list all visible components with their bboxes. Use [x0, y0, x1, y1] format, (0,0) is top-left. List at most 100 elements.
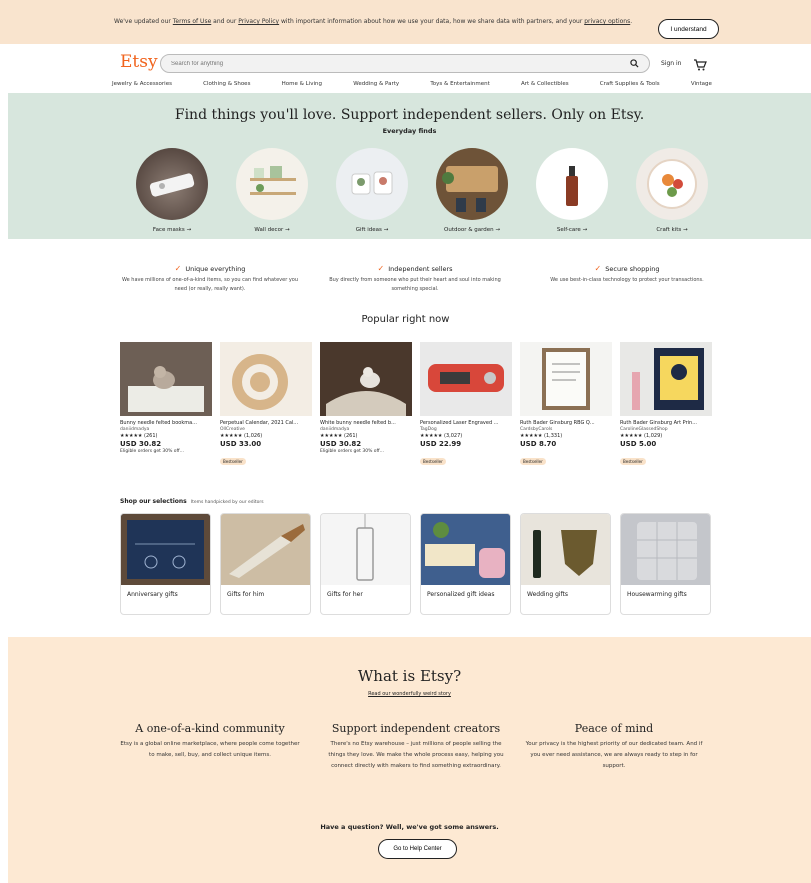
terms-of-use-link[interactable]: Terms of Use: [173, 18, 211, 25]
search-bar[interactable]: [160, 54, 650, 73]
understand-button[interactable]: I understand: [658, 19, 719, 39]
product-rating: ★★★★★ (3,027): [420, 433, 463, 439]
product-name: Ruth Bader Ginsburg Art Prin...: [620, 420, 697, 426]
product-price: USD 30.82: [320, 440, 362, 448]
sign-in-link[interactable]: Sign in: [661, 60, 681, 67]
housewarming-gifts-image: [621, 514, 710, 585]
popular-item[interactable]: Personalized Laser Engraved ... TagDog ★…: [420, 342, 512, 467]
everyday-item-outdoor-garden[interactable]: Outdoor & garden →: [432, 148, 512, 233]
product-shop: CardsbyCarols: [520, 427, 553, 432]
product-image: [420, 342, 512, 416]
search-input[interactable]: [171, 60, 629, 67]
self-care-image: [536, 148, 608, 220]
prop-independent-title: ✓ Independent sellers: [325, 264, 505, 273]
everyday-item-face-masks[interactable]: Face masks →: [132, 148, 212, 233]
popular-item[interactable]: Perpetual Calendar, 2021 Cal... OllCreat…: [220, 342, 312, 467]
gifts-for-him-label: Gifts for him: [227, 591, 265, 598]
product-shop: daniidmadya: [320, 427, 350, 432]
everyday-item-craft-kits[interactable]: Craft kits →: [632, 148, 712, 233]
privacy-options-link[interactable]: privacy options: [584, 18, 630, 25]
category-home[interactable]: Home & Living: [282, 81, 322, 87]
everyday-item-self-care[interactable]: Self-care →: [532, 148, 612, 233]
product-shop: OllCreative: [220, 427, 245, 432]
gifts-for-him-image: [221, 514, 310, 585]
housewarming-gifts-label: Housewarming gifts: [627, 591, 687, 598]
cookie-text-post: with important information about how we …: [279, 18, 585, 25]
read-story-link[interactable]: Read our wonderfully weird story: [8, 691, 811, 697]
outdoor-garden-label: Outdoor & garden →: [444, 227, 500, 233]
everyday-item-wall-decor[interactable]: Wall decor →: [232, 148, 312, 233]
product-price: USD 33.00: [220, 440, 262, 448]
popular-item[interactable]: White bunny needle felted b... daniidmad…: [320, 342, 412, 454]
product-rating: ★★★★★ (261): [120, 433, 158, 439]
product-image: [220, 342, 312, 416]
what-is-etsy-title: What is Etsy?: [357, 667, 462, 685]
product-image: [620, 342, 712, 416]
prop-unique-desc: We have millions of one-of-a-kind items,…: [121, 277, 299, 292]
product-price: USD 8.70: [520, 440, 557, 448]
bestseller-badge: Bestseller: [420, 458, 446, 465]
prop-secure-title: ✓ Secure shopping: [537, 264, 717, 273]
gifts-for-her-image: [321, 514, 410, 585]
category-art[interactable]: Art & Collectibles: [521, 81, 569, 87]
wall-decor-label: Wall decor →: [254, 227, 290, 233]
selection-personalized-gift-ideas[interactable]: Personalized gift ideas: [420, 513, 511, 615]
search-icon[interactable]: [629, 59, 639, 69]
selection-gifts-for-him[interactable]: Gifts for him: [220, 513, 311, 615]
gift-ideas-image: [336, 148, 408, 220]
what-is-etsy-section: What is Etsy? Read our wonderfully weird…: [8, 637, 811, 883]
cart-icon[interactable]: [693, 56, 707, 71]
popular-item[interactable]: Ruth Bader Ginsburg RBG Q... CardsbyCaro…: [520, 342, 612, 467]
privacy-policy-link[interactable]: Privacy Policy: [238, 18, 279, 25]
hero-section: Find things you'll love. Support indepen…: [8, 93, 811, 239]
selections-heading: Shop our selections Items handpicked by o…: [120, 498, 264, 505]
wall-decor-image: [236, 148, 308, 220]
product-image: [320, 342, 412, 416]
etsy-logo[interactable]: Etsy: [120, 52, 158, 72]
help-question: Have a question? Well, we've got some an…: [320, 823, 499, 831]
peace-of-mind-title: Peace of mind: [574, 722, 654, 735]
product-rating: ★★★★★ (1,331): [520, 433, 563, 439]
product-rating: ★★★★★ (261): [320, 433, 358, 439]
hero-title: Find things you'll love. Support indepen…: [174, 107, 645, 123]
selection-wedding-gifts[interactable]: Wedding gifts: [520, 513, 611, 615]
category-clothing[interactable]: Clothing & Shoes: [203, 81, 250, 87]
craft-kits-image: [636, 148, 708, 220]
popular-item[interactable]: Ruth Bader Ginsburg Art Prin... Caroline…: [620, 342, 712, 467]
category-craft[interactable]: Craft Supplies & Tools: [600, 81, 660, 87]
face-masks-image: [136, 148, 208, 220]
popular-item[interactable]: Bunny needle felted bookma... daniidmady…: [120, 342, 212, 454]
creators-text: There's no Etsy warehouse – just million…: [328, 741, 504, 769]
product-name: Perpetual Calendar, 2021 Cal...: [220, 420, 299, 426]
prop-unique-title: ✓ Unique everything: [120, 264, 300, 273]
prop-unique: ✓ Unique everything We have millions of o…: [120, 264, 300, 294]
cookie-banner: We've updated our Terms of Use and our P…: [0, 0, 811, 44]
everyday-item-gift-ideas[interactable]: Gift ideas →: [332, 148, 412, 233]
anniversary-gifts-label: Anniversary gifts: [127, 591, 178, 598]
community-title: A one-of-a-kind community: [135, 722, 285, 735]
category-toys[interactable]: Toys & Entertainment: [430, 81, 489, 87]
bestseller-badge: Bestseller: [220, 458, 246, 465]
prop-independent-title-text: Independent sellers: [388, 264, 453, 273]
personalized-gift-ideas-label: Personalized gift ideas: [427, 591, 495, 598]
category-vintage[interactable]: Vintage: [691, 81, 712, 87]
prop-secure-desc: We use best-in-class technology to prote…: [550, 277, 704, 283]
prop-secure-title-text: Secure shopping: [605, 264, 660, 273]
selection-housewarming-gifts[interactable]: Housewarming gifts: [620, 513, 711, 615]
prop-independent: ✓ Independent sellers Buy directly from s…: [325, 264, 505, 294]
wedding-gifts-image: [521, 514, 610, 585]
selection-gifts-for-her[interactable]: Gifts for her: [320, 513, 411, 615]
product-shop: TagDog: [420, 427, 437, 432]
selections-subtitle: Items handpicked by our editors: [190, 500, 264, 505]
check-icon: ✓: [377, 264, 385, 273]
bestseller-badge: Bestseller: [520, 458, 546, 465]
help-center-button[interactable]: Go to Help Center: [378, 839, 457, 859]
category-nav: Jewelry & Accessories Clothing & Shoes H…: [112, 81, 712, 87]
product-rating: ★★★★★ (1,026): [220, 433, 263, 439]
selection-anniversary-gifts[interactable]: Anniversary gifts: [120, 513, 211, 615]
creators-column: Support independent creators There's no …: [326, 722, 506, 772]
category-jewelry[interactable]: Jewelry & Accessories: [112, 81, 172, 87]
category-wedding[interactable]: Wedding & Party: [353, 81, 399, 87]
bestseller-badge: Bestseller: [620, 458, 646, 465]
cookie-text-mid: and our: [211, 18, 239, 25]
